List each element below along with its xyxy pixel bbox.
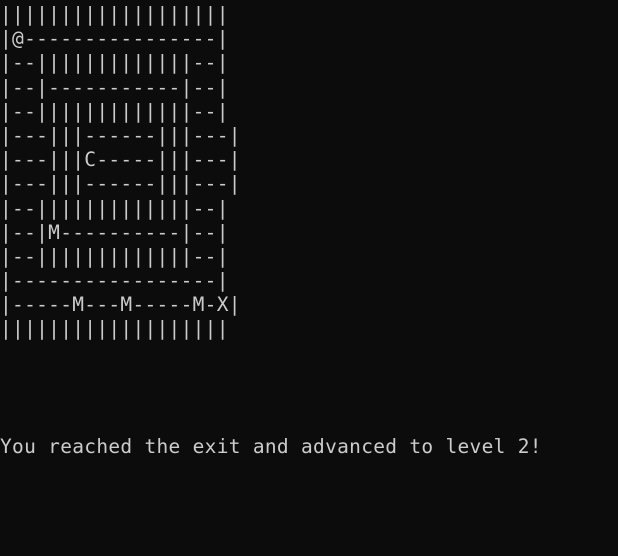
maze-row: |||||||||||||||||||	[0, 317, 229, 341]
maze-row: |--|||||||||||||--|	[0, 99, 229, 123]
terminal-window: ||||||||||||||||||| |@----------------| |-…	[0, 0, 618, 556]
maze-row: |---|||C-----|||---|	[0, 148, 241, 172]
maze-row: |---|||------|||---|	[0, 123, 241, 147]
maze-row: |---|||------|||---|	[0, 172, 241, 196]
maze-row: |--|||||||||||||--|	[0, 51, 229, 75]
maze-row: |--|-----------|--|	[0, 75, 229, 99]
maze-row: |--|M----------|--|	[0, 220, 229, 244]
maze-row: |@----------------|	[0, 27, 229, 51]
status-message: You reached the exit and advanced to lev…	[0, 435, 542, 458]
maze-row: |-----M---M-----M-X|	[0, 293, 241, 317]
maze-row: |--|||||||||||||--|	[0, 244, 229, 268]
maze-row: |--|||||||||||||--|	[0, 196, 229, 220]
maze-row: |-----------------|	[0, 269, 229, 293]
maze-row: |||||||||||||||||||	[0, 3, 229, 26]
game-maze: ||||||||||||||||||| |@----------------| |-…	[0, 3, 241, 342]
